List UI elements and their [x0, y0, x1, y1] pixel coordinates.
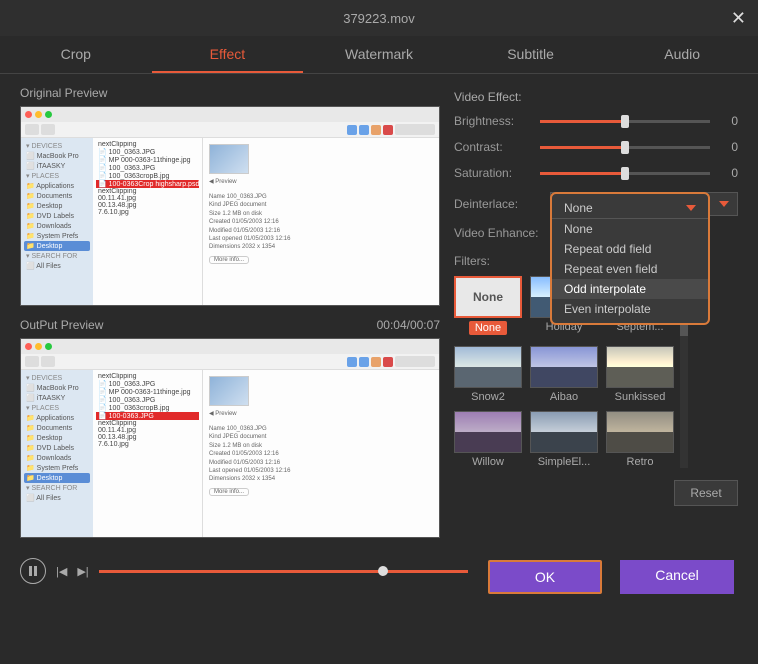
- tab-subtitle[interactable]: Subtitle: [455, 36, 607, 73]
- cancel-button[interactable]: Cancel: [620, 560, 734, 594]
- deinterlace-label: Deinterlace:: [454, 197, 542, 211]
- filter-sunkissed[interactable]: Sunkissed: [606, 346, 674, 403]
- tab-watermark[interactable]: Watermark: [303, 36, 455, 73]
- prev-frame-icon[interactable]: |◀: [56, 565, 67, 578]
- deinterlace-opt-repeat-even[interactable]: Repeat even field: [552, 259, 708, 279]
- contrast-slider[interactable]: [540, 146, 710, 149]
- filter-simpleel[interactable]: SimpleEl...: [530, 411, 598, 468]
- contrast-label: Contrast:: [454, 140, 532, 154]
- tab-audio[interactable]: Audio: [606, 36, 758, 73]
- close-icon[interactable]: ✕: [731, 8, 746, 29]
- brightness-row: Brightness: 0: [454, 114, 738, 128]
- tabs: Crop Effect Watermark Subtitle Audio: [0, 36, 758, 74]
- deinterlace-menu-header[interactable]: None: [552, 198, 708, 219]
- tab-crop[interactable]: Crop: [0, 36, 152, 73]
- filter-snow2[interactable]: Snow2: [454, 346, 522, 403]
- output-preview-label: OutPut Preview 00:04/00:07: [20, 318, 440, 332]
- saturation-row: Saturation: 0: [454, 166, 738, 180]
- pause-icon: [28, 566, 38, 576]
- brightness-label: Brightness:: [454, 114, 532, 128]
- videoenhance-label: Video Enhance:: [454, 226, 542, 240]
- saturation-value: 0: [718, 166, 738, 180]
- saturation-slider[interactable]: [540, 172, 710, 175]
- output-preview: ▾ DEVICES ⬜ MacBook Pro ⬜ iTAASKY ▾ PLAC…: [20, 338, 440, 538]
- ok-button[interactable]: OK: [488, 560, 602, 594]
- deinterlace-opt-repeat-odd[interactable]: Repeat odd field: [552, 239, 708, 259]
- timecode: 00:04/00:07: [377, 318, 440, 332]
- chevron-down-icon: [719, 201, 729, 207]
- footer: OK Cancel: [488, 550, 758, 608]
- contrast-row: Contrast: 0: [454, 140, 738, 154]
- tab-effect[interactable]: Effect: [152, 36, 304, 73]
- titlebar: 379223.mov ✕: [0, 0, 758, 36]
- deinterlace-row: Deinterlace: None None None Repeat odd f…: [454, 192, 738, 216]
- deinterlace-menu: None None Repeat odd field Repeat even f…: [550, 192, 710, 325]
- deinterlace-opt-odd-interpolate[interactable]: Odd interpolate: [552, 279, 708, 299]
- timeline-playhead[interactable]: [378, 566, 388, 576]
- filter-none[interactable]: None None: [454, 276, 522, 338]
- reset-button[interactable]: Reset: [674, 480, 738, 506]
- pause-button[interactable]: [20, 558, 46, 584]
- saturation-label: Saturation:: [454, 166, 532, 180]
- window-title: 379223.mov: [343, 11, 415, 26]
- video-effect-heading: Video Effect:: [454, 90, 738, 104]
- brightness-value: 0: [718, 114, 738, 128]
- original-preview-label: Original Preview: [20, 86, 440, 100]
- filter-retro[interactable]: Retro: [606, 411, 674, 468]
- timeline[interactable]: [99, 570, 468, 573]
- brightness-slider[interactable]: [540, 120, 710, 123]
- contrast-value: 0: [718, 140, 738, 154]
- original-preview: ▾ DEVICES ⬜ MacBook Pro ⬜ iTAASKY ▾ PLAC…: [20, 106, 440, 306]
- next-frame-icon[interactable]: ▶|: [77, 565, 88, 578]
- filter-aibao[interactable]: Aibao: [530, 346, 598, 403]
- deinterlace-opt-none[interactable]: None: [552, 219, 708, 239]
- chevron-down-icon: [686, 205, 696, 211]
- filter-willow[interactable]: Willow: [454, 411, 522, 468]
- deinterlace-opt-even-interpolate[interactable]: Even interpolate: [552, 299, 708, 319]
